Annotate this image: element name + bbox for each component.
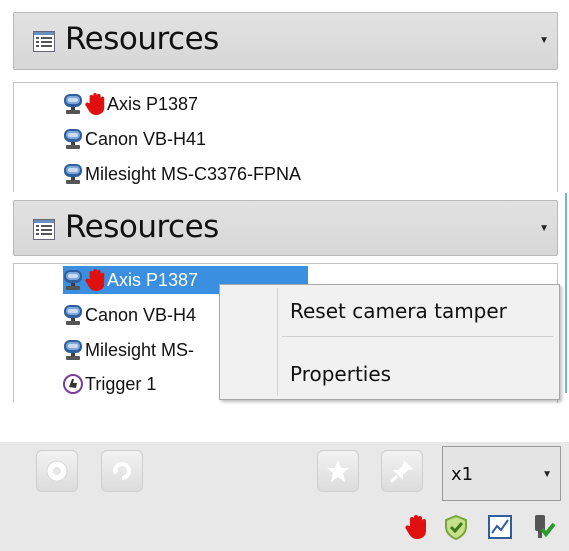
tree-item-canon[interactable]: Canon VB-H41 (63, 125, 206, 153)
record-button[interactable] (36, 450, 78, 492)
menu-item-properties[interactable]: Properties (290, 362, 391, 386)
list-icon (33, 219, 55, 240)
tree-item-trigger[interactable]: Trigger 1 (63, 370, 156, 398)
playback-speed-select[interactable]: x1 ▼ (442, 446, 561, 501)
menu-separator (282, 336, 553, 337)
chart-icon (488, 515, 512, 539)
resources-title: Resources (65, 21, 219, 57)
record-icon (46, 460, 68, 482)
camera-icon (63, 93, 83, 115)
panel-edge (565, 193, 567, 393)
loop-button[interactable] (101, 450, 143, 492)
resources-tree: Axis P1387 Canon VB-H41 Milesight MS-C33… (13, 82, 558, 192)
chevron-down-icon[interactable]: ▼ (539, 223, 549, 234)
loop-icon (112, 462, 131, 480)
statistics-status[interactable] (486, 513, 514, 541)
pin-button[interactable] (381, 450, 423, 492)
menu-item-reset-camera-tamper[interactable]: Reset camera tamper (290, 299, 507, 323)
tamper-hand-icon (85, 92, 107, 116)
resources-header[interactable]: Resources ▼ (13, 200, 558, 256)
playback-speed-value: x1 (451, 464, 474, 485)
shield-check-icon (445, 514, 467, 540)
trigger-icon (63, 374, 83, 394)
context-menu: Reset camera tamper Properties (219, 284, 560, 400)
tree-item-label: Canon VB-H41 (85, 128, 207, 149)
camera-icon (63, 269, 83, 291)
camera-icon (63, 304, 83, 326)
tree-item-milesight[interactable]: Milesight MS-C3376-FPNA (63, 160, 301, 188)
tree-item-label: Axis P1387 (107, 93, 199, 114)
tree-item-axis[interactable]: Axis P1387 (63, 90, 198, 118)
tamper-status[interactable] (403, 513, 431, 541)
resources-panel-collapsed: Resources ▼ Axis P1387 Canon VB-H41 Mile… (0, 0, 569, 192)
tree-item-label: Axis P1387 (107, 269, 199, 290)
tree-item-label: Milesight MS- (85, 339, 195, 360)
tree-item-canon[interactable]: Canon VB-H4 (63, 301, 196, 329)
resources-header[interactable]: Resources ▼ (13, 12, 558, 70)
playback-toolbar: x1 ▼ (0, 442, 569, 551)
security-status[interactable] (442, 513, 470, 541)
bookmark-star-button[interactable] (317, 450, 359, 492)
tree-item-milesight[interactable]: Milesight MS- (63, 336, 194, 364)
connection-status[interactable] (528, 513, 556, 541)
camera-icon (63, 163, 83, 185)
tree-item-label: Milesight MS-C3376-FPNA (85, 163, 302, 184)
list-icon (33, 31, 55, 52)
pin-icon (389, 460, 413, 484)
tree-item-label: Trigger 1 (85, 373, 157, 394)
plug-check-icon (535, 515, 555, 538)
bookmark-star-icon (327, 460, 349, 482)
chevron-down-icon[interactable]: ▼ (542, 469, 552, 480)
tree-item-label: Canon VB-H4 (85, 304, 197, 325)
camera-icon (63, 128, 83, 150)
tamper-hand-icon (405, 514, 429, 540)
camera-icon (63, 339, 83, 361)
menu-gutter (277, 288, 278, 396)
resources-title: Resources (65, 209, 219, 245)
chevron-down-icon[interactable]: ▼ (539, 35, 549, 46)
tamper-hand-icon (85, 268, 107, 292)
